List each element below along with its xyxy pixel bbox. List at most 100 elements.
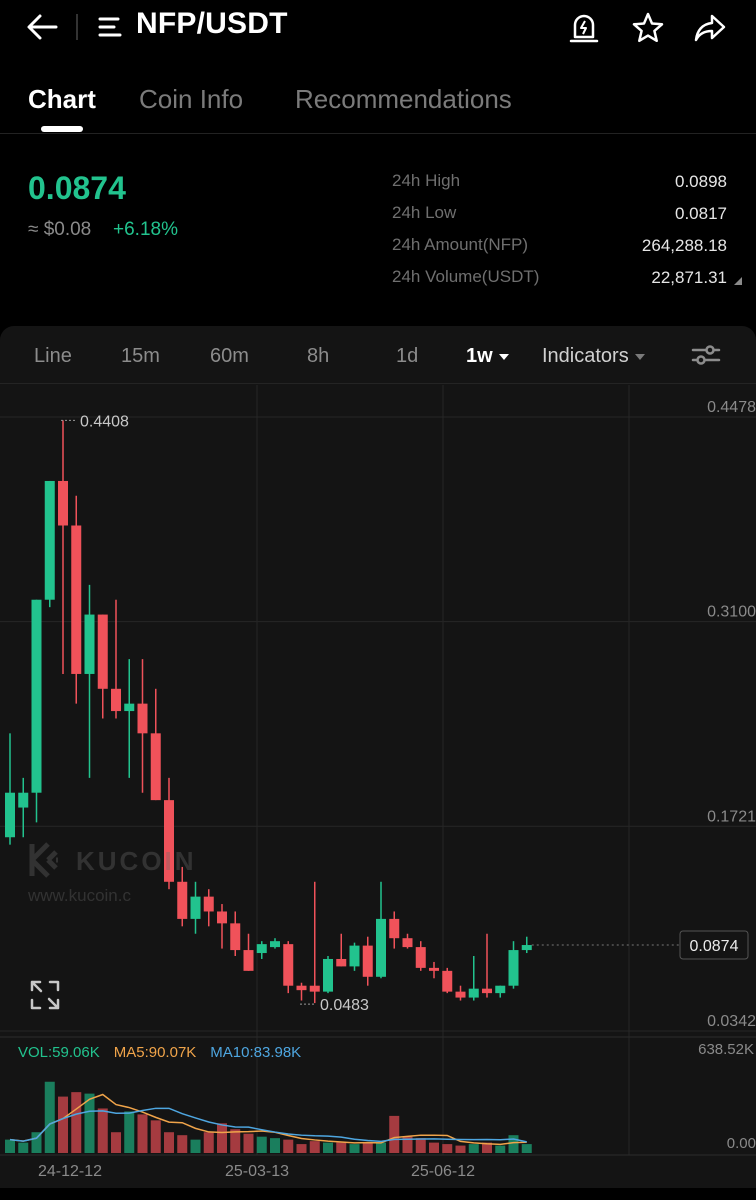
tab-bar: Chart Coin Info Recommendations xyxy=(0,70,756,134)
bottom-edge xyxy=(0,1188,756,1200)
candle-body xyxy=(376,918,386,977)
candle-body xyxy=(323,958,333,992)
volume-bar xyxy=(137,1114,148,1153)
title-divider xyxy=(76,14,78,40)
min-price-marker: 0.0483 xyxy=(320,997,369,1014)
candle-body xyxy=(5,792,15,838)
stat-label-24h-amount: 24h Amount(NFP) xyxy=(392,235,529,254)
x-axis-label: 25-03-13 xyxy=(225,1163,289,1180)
volume-bar xyxy=(376,1142,386,1153)
candle-body xyxy=(256,944,267,954)
volume-bar xyxy=(336,1142,347,1153)
volume-bar xyxy=(362,1142,373,1153)
volume-bar xyxy=(203,1132,214,1153)
volume-bar xyxy=(71,1092,82,1153)
candle-body xyxy=(71,525,82,674)
candle-body xyxy=(482,988,492,994)
candle-body xyxy=(402,938,413,948)
volume-bar xyxy=(124,1111,135,1153)
volume-bar xyxy=(508,1135,519,1153)
watermark-url: www.kucoin.c xyxy=(28,886,131,905)
share-icon[interactable] xyxy=(692,10,728,46)
candle-body xyxy=(521,945,532,951)
volume-bar xyxy=(5,1139,15,1153)
candle-body xyxy=(455,991,466,998)
interval-line[interactable]: Line xyxy=(34,345,72,368)
volume-axis-max: 638.52K xyxy=(698,1041,754,1058)
chart-settings-icon[interactable] xyxy=(690,341,722,369)
y-axis-label: 0.4478 xyxy=(707,399,756,416)
candle-body xyxy=(31,599,42,793)
volume-bar xyxy=(97,1108,108,1153)
tab-chart[interactable]: Chart xyxy=(28,84,96,115)
candle-body xyxy=(230,923,241,951)
interval-1d[interactable]: 1d xyxy=(396,345,418,368)
corner-triangle-icon xyxy=(734,277,742,285)
usd-equivalent: ≈ $0.08 xyxy=(28,219,92,240)
candle-body xyxy=(468,988,479,998)
caret-down-icon xyxy=(498,353,509,360)
indicators-dropdown[interactable]: Indicators xyxy=(542,345,645,368)
last-price-label: 0.0874 xyxy=(690,938,739,955)
candle-body xyxy=(495,985,506,994)
candle-body xyxy=(429,967,439,971)
fullscreen-expand-icon[interactable] xyxy=(28,978,62,1012)
candle-body xyxy=(111,688,121,712)
candle-body xyxy=(58,480,68,526)
volume-bar xyxy=(283,1139,294,1153)
volume-bar xyxy=(150,1120,161,1153)
volume-bar xyxy=(217,1123,227,1153)
active-tab-indicator xyxy=(41,126,83,132)
interval-8h[interactable]: 8h xyxy=(307,345,329,368)
volume-bar xyxy=(256,1136,267,1153)
stat-label-24h-low: 24h Low xyxy=(392,203,457,222)
candle-body xyxy=(217,911,227,924)
star-icon[interactable] xyxy=(630,10,666,46)
volume-bar xyxy=(164,1132,174,1153)
watermark: KUCOIN www.kucoin.c xyxy=(26,840,194,905)
volume-bar xyxy=(190,1139,201,1153)
candle-body xyxy=(309,985,320,992)
candle-body xyxy=(349,945,360,967)
tab-recommendations[interactable]: Recommendations xyxy=(295,84,512,115)
price-change-percent: +6.18% xyxy=(113,219,178,240)
candle-body xyxy=(296,985,307,991)
candle-body xyxy=(150,733,161,801)
candle-body xyxy=(190,896,201,919)
candlestick-chart[interactable]: 0.0874 0.4478 0.3100 0.1721 0.0342 638.52K 0.0… xyxy=(0,385,756,1200)
price-alert-icon[interactable] xyxy=(566,10,602,46)
candle-body xyxy=(44,480,55,600)
volume-bar xyxy=(323,1142,333,1153)
volume-bar xyxy=(521,1144,532,1153)
candle-body xyxy=(243,950,254,971)
ma5-indicator: MA5:90.07K xyxy=(113,1044,197,1061)
volume-bar xyxy=(177,1135,188,1153)
interval-1w[interactable]: 1w xyxy=(466,345,509,368)
candle-body xyxy=(442,970,453,992)
stat-value-24h-low: 0.0817 xyxy=(675,204,727,223)
candle-body xyxy=(270,941,280,948)
candle-body xyxy=(97,614,108,689)
y-axis-label: 0.1721 xyxy=(707,808,756,825)
indicator-legend: VOL:59.06K MA5:90.07K MA10:83.98K xyxy=(18,1044,301,1061)
max-price-marker: 0.4408 xyxy=(80,413,129,430)
volume-bar xyxy=(270,1138,280,1153)
volume-bar xyxy=(415,1138,426,1153)
candle-body xyxy=(283,944,294,986)
indicators-label: Indicators xyxy=(542,345,629,367)
caret-down-icon xyxy=(634,353,645,360)
volume-bar xyxy=(243,1133,254,1153)
interval-60m[interactable]: 60m xyxy=(210,345,249,368)
kucoin-logo-icon xyxy=(29,842,58,878)
volume-bar xyxy=(309,1141,320,1153)
candle-body xyxy=(508,950,519,986)
volume-bar xyxy=(389,1115,400,1153)
volume-bar xyxy=(58,1096,68,1153)
tab-coin-info[interactable]: Coin Info xyxy=(139,84,243,115)
volume-bar xyxy=(429,1142,439,1153)
pair-title[interactable]: NFP/USDT xyxy=(136,7,288,41)
back-arrow-icon[interactable] xyxy=(22,10,66,44)
interval-15m[interactable]: 15m xyxy=(121,345,160,368)
volume-bar xyxy=(111,1132,121,1153)
menu-lines-icon[interactable] xyxy=(96,12,126,42)
